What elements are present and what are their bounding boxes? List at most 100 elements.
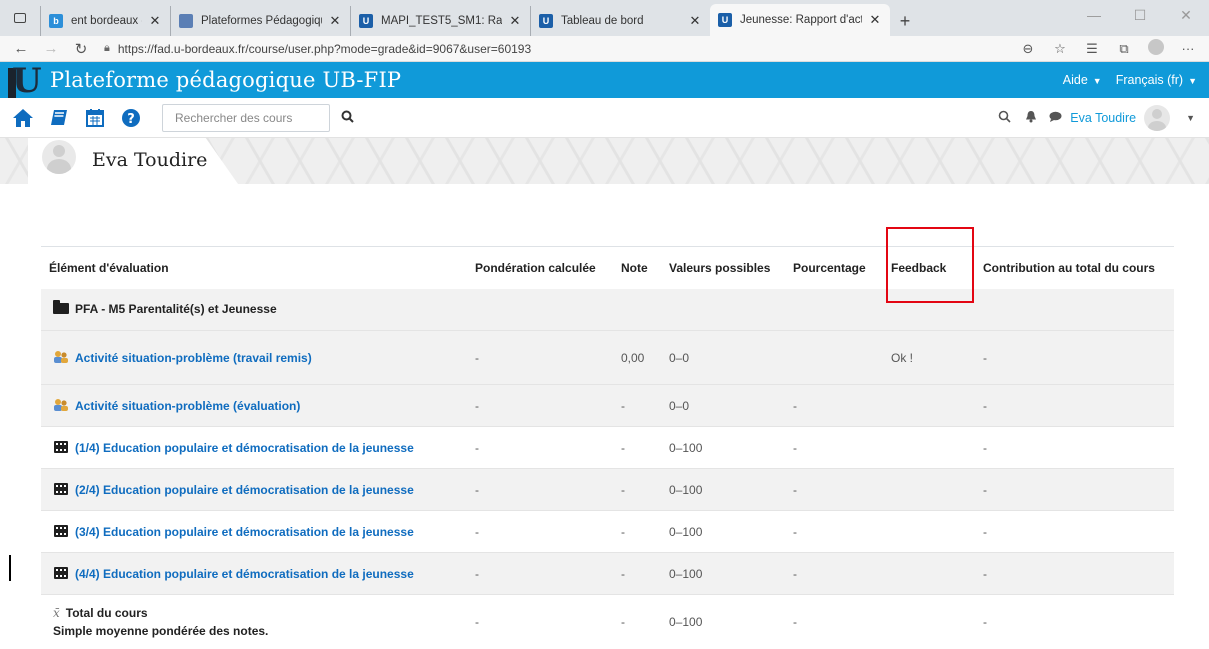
grade-row: Activité situation-problème (travail rem… [41,330,1174,385]
text-cursor [9,555,11,581]
browser-tab[interactable]: U Jeunesse: Rapport d'activi ✕ [710,4,890,36]
grade-item-link[interactable]: Activité situation-problème (travail rem… [75,351,312,365]
favorite-star-icon[interactable]: ☆ [1049,41,1071,57]
contribution-cell: - [975,330,1174,385]
grade-item-link[interactable]: (4/4) Education populaire et démocratisa… [75,567,414,581]
close-tab-icon[interactable]: ✕ [328,13,342,29]
site-logo[interactable]: U [0,62,50,98]
user-menu-name[interactable]: Eva Toudire [1070,111,1136,125]
folder-icon [53,300,69,315]
maximize-button[interactable]: ☐ [1117,0,1163,30]
calendar-icon[interactable] [80,105,110,131]
address-bar: ← → ↻ 🔒︎ https://fad.u-bordeaux.fr/cours… [0,36,1209,62]
course-total-description: Simple moyenne pondérée des notes. [53,623,269,638]
close-tab-icon[interactable]: ✕ [508,13,522,29]
help-icon[interactable]: ? [116,105,146,131]
forward-button[interactable]: → [36,40,66,57]
category-row: PFA - M5 Parentalité(s) et Jeunesse [41,288,1174,331]
close-tab-icon[interactable]: ✕ [148,13,162,29]
notification-bell-icon[interactable] [1025,110,1037,126]
weight-cell: - [467,552,613,595]
favorites-icon[interactable]: ☰ [1081,41,1103,57]
percentage-cell: - [785,426,883,469]
tab-actions-button[interactable] [0,0,40,36]
browser-tab[interactable]: U Tableau de bord ✕ [530,6,710,36]
back-button[interactable]: ← [6,40,36,57]
help-menu[interactable]: Aide ▼ [1063,73,1102,87]
weight-cell: - [467,426,613,469]
workshop-icon [54,399,68,411]
weight-cell: - [467,384,613,427]
search-icon[interactable] [334,110,360,126]
user-picture[interactable] [42,140,76,174]
url-field[interactable]: 🔒︎ https://fad.u-bordeaux.fr/course/user… [96,42,1017,56]
user-grade-report: Élément d'évaluation Pondération calculé… [41,246,1174,649]
column-header: Élément d'évaluation [41,246,467,289]
close-tab-icon[interactable]: ✕ [688,13,702,29]
tab-favicon-icon: U [539,14,553,28]
grade-item-cell: Activité situation-problème (évaluation) [41,384,467,427]
home-icon[interactable] [8,105,38,131]
language-menu[interactable]: Français (fr) ▼ [1116,73,1197,87]
course-total-cell: x̄ Total du cours Simple moyenne pondérée … [41,594,467,649]
tab-title: MAPI_TEST5_SM1: Rappor [381,15,502,27]
column-header: Feedback [883,246,975,289]
user-avatar[interactable] [1144,105,1171,131]
grade-row: (2/4) Education populaire et démocratisa… [41,468,1174,511]
caret-down-icon: ▼ [1188,76,1197,86]
reload-button[interactable]: ↻ [66,40,96,58]
grade-item-link[interactable]: (1/4) Education populaire et démocratisa… [75,441,414,455]
svg-text:?: ? [127,112,135,127]
grade-cell: - [613,552,661,595]
feedback-cell [883,426,975,469]
grade-table: Élément d'évaluation Pondération calculé… [41,246,1174,649]
close-tab-icon[interactable]: ✕ [868,12,882,28]
site-name[interactable]: Plateforme pédagogique UB-FIP [50,68,401,92]
book-icon[interactable] [44,105,74,131]
new-tab-button[interactable]: + [890,6,920,36]
weight-cell: - [467,330,613,385]
grade-item-link[interactable]: Activité situation-problème (évaluation) [75,399,300,413]
search-icon[interactable] [998,110,1011,126]
contribution-cell: - [975,510,1174,553]
more-menu-icon[interactable]: ··· [1177,41,1199,56]
video-icon [54,525,68,537]
grade-item-cell: Activité situation-problème (travail rem… [41,330,467,385]
course-search-input[interactable] [162,103,330,132]
course-total-row: x̄ Total du cours Simple moyenne pondérée … [41,594,1174,649]
range-cell: 0–100 [661,510,785,553]
close-window-button[interactable]: ✕ [1163,0,1209,30]
category-name: PFA - M5 Parentalité(s) et Jeunesse [41,288,1174,331]
site-header: U Plateforme pédagogique UB-FIP Aide ▼ Fr… [0,62,1209,98]
grade-item-link[interactable]: (3/4) Education populaire et démocratisa… [75,525,414,539]
tab-list: bent bordeaux - Recherche✕Plateformes Pé… [40,4,890,36]
lock-icon: 🔒︎ [104,42,110,54]
minimize-button[interactable]: — [1071,0,1117,30]
video-icon [54,441,68,453]
feedback-cell [883,468,975,511]
messages-icon[interactable] [1049,111,1062,126]
percentage-cell: - [785,510,883,553]
caret-down-icon: ▼ [1092,76,1102,86]
feedback-cell: Ok ! [883,330,975,385]
grade-item-link[interactable]: (2/4) Education populaire et démocratisa… [75,483,414,497]
collections-icon[interactable]: ⧉ [1113,41,1135,57]
column-header: Note [613,246,661,289]
zoom-icon[interactable]: ⊖ [1017,41,1039,57]
page-title: Eva Toudire [92,149,208,171]
user-menu-caret-icon[interactable]: ▼ [1186,113,1195,123]
video-icon [54,483,68,495]
column-header: Valeurs possibles [661,246,785,289]
grade-cell: - [613,384,661,427]
grade-row: (3/4) Education populaire et démocratisa… [41,510,1174,553]
contribution-cell: - [975,594,1174,649]
browser-tab[interactable]: U MAPI_TEST5_SM1: Rappor ✕ [350,6,530,36]
grade-cell: - [613,426,661,469]
tab-actions-icon [14,13,26,23]
grade-item-cell: (1/4) Education populaire et démocratisa… [41,426,467,469]
profile-icon[interactable] [1145,39,1167,58]
browser-tab[interactable]: b ent bordeaux - Recherche ✕ [40,6,170,36]
range-cell: 0–100 [661,594,785,649]
browser-tab[interactable]: Plateformes Pédagogique ✕ [170,6,350,36]
tab-title: Plateformes Pédagogique [201,15,322,27]
